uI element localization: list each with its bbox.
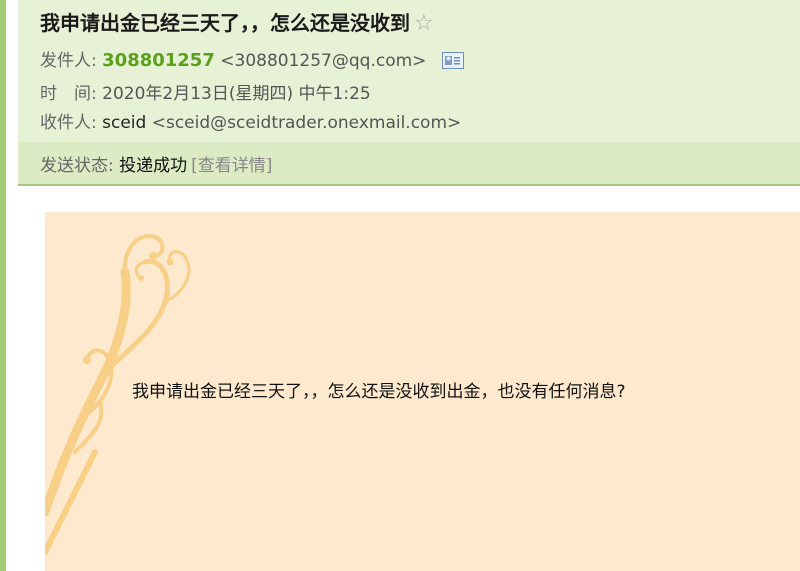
recipient-label: 收件人:: [40, 113, 97, 133]
time-label: 时 间:: [40, 84, 97, 104]
recipient-email[interactable]: <sceid@sceidtrader.onexmail.com>: [152, 113, 462, 133]
sender-email[interactable]: <308801257@qq.com>: [220, 51, 426, 71]
left-border: [0, 0, 6, 571]
sender-label: 发件人:: [40, 51, 97, 71]
delivery-status: 发送状态: 投递成功 [查看详情]: [40, 151, 272, 176]
star-icon[interactable]: ☆: [414, 11, 434, 36]
sender-name[interactable]: 308801257: [102, 50, 215, 71]
recipient-row: 收件人: sceid <sceid@sceidtrader.onexmail.c…: [40, 108, 461, 133]
time-row: 时 间: 2020年2月13日(星期四) 中午1:25: [40, 79, 371, 104]
status-label: 发送状态:: [40, 156, 114, 176]
recipient-name[interactable]: sceid: [102, 113, 146, 133]
time-value: 2020年2月13日(星期四) 中午1:25: [102, 84, 371, 104]
email-body: 我申请出金已经三天了，，怎么还是没收到出金，也没有任何消息?: [45, 212, 800, 571]
email-body-text: 我申请出金已经三天了，，怎么还是没收到出金，也没有任何消息?: [132, 382, 626, 402]
contact-card-icon[interactable]: [441, 52, 464, 69]
delivery-status-bar: 发送状态: 投递成功 [查看详情]: [18, 142, 800, 184]
subject-text: 我申请出金已经三天了，，怎么还是没收到: [40, 11, 410, 35]
sender-row: 发件人: 308801257 <308801257@qq.com>: [40, 46, 464, 71]
email-header: 我申请出金已经三天了，，怎么还是没收到 ☆ 发件人: 308801257 <308…: [18, 0, 800, 186]
status-value: 投递成功: [119, 156, 188, 176]
email-subject: 我申请出金已经三天了，，怎么还是没收到 ☆: [40, 7, 434, 36]
status-detail-link[interactable]: [查看详情]: [191, 156, 272, 176]
